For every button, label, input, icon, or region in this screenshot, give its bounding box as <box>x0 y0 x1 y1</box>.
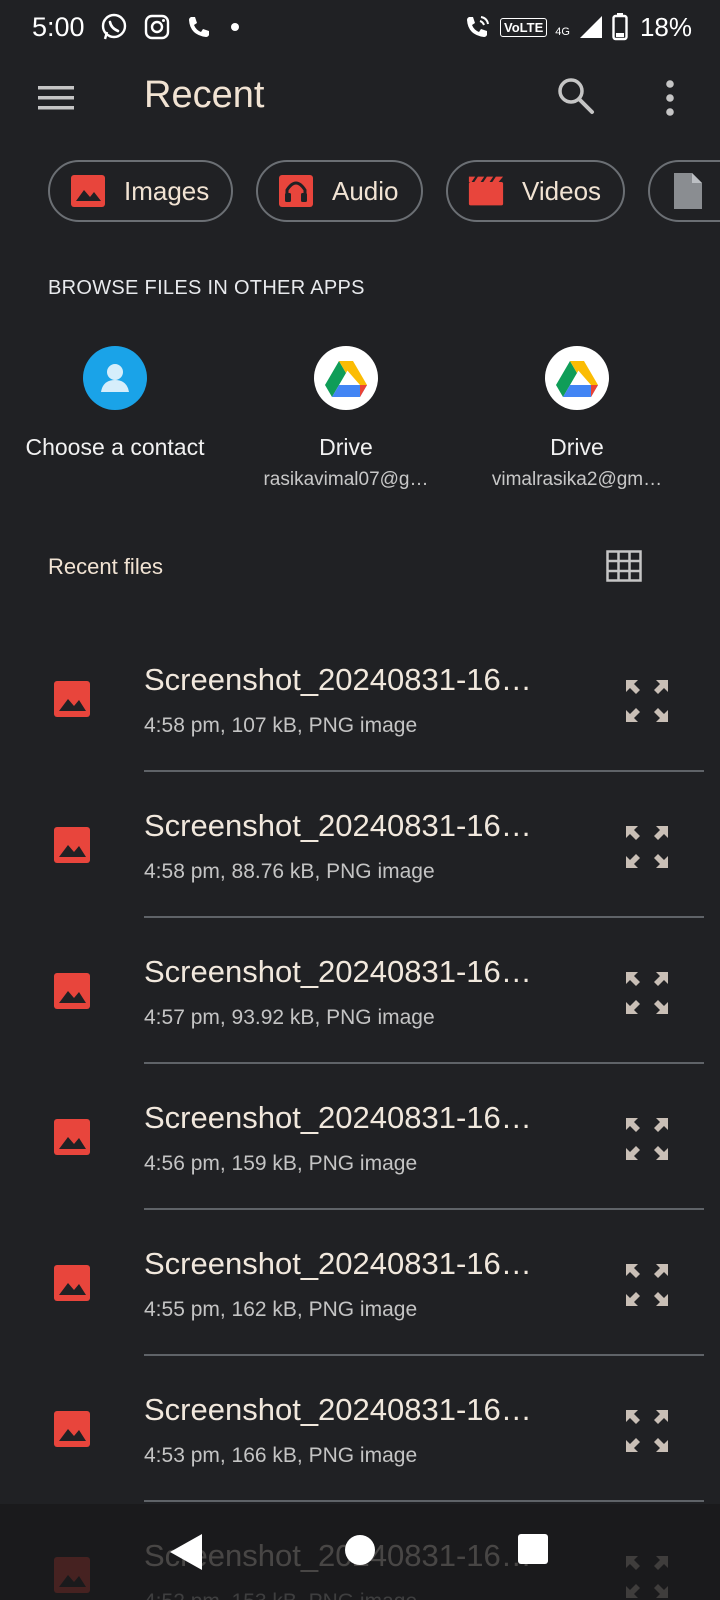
other-apps-row: Choose a contact Drive rasikavimal07@g… … <box>0 346 720 496</box>
battery-percent: 18% <box>639 11 692 42</box>
image-file-icon <box>54 1119 90 1155</box>
recent-files-heading: Recent files <box>48 554 163 579</box>
volte-badge: VoLTE <box>500 17 548 37</box>
category-chips: Images Audio Videos <box>48 160 720 224</box>
app-choose-contact[interactable]: Choose a contact <box>5 346 225 461</box>
dot-icon <box>230 23 239 31</box>
network-type: 4G <box>555 25 570 38</box>
signal-icon <box>579 16 602 38</box>
browse-apps-heading: BROWSE FILES IN OTHER APPS <box>48 277 365 299</box>
search-icon[interactable] <box>554 74 598 118</box>
file-meta: 4:58 pm, 107 kB, PNG image <box>144 714 418 737</box>
system-nav-bar <box>0 1504 720 1600</box>
headphones-icon <box>278 173 314 209</box>
app-account: rasikavimal07@g… <box>263 469 429 490</box>
file-row[interactable]: Screenshot_20240831-16… 4:53 pm, 166 kB, … <box>0 1356 720 1502</box>
image-file-icon <box>54 1265 90 1301</box>
hamburger-menu-icon[interactable] <box>36 80 76 116</box>
app-drive-2[interactable]: Drive vimalrasika2@gm… <box>467 346 687 491</box>
file-name: Screenshot_20240831-16… <box>144 954 532 989</box>
image-file-icon <box>54 1411 90 1447</box>
app-label: Drive <box>550 434 604 460</box>
expand-preview-icon[interactable] <box>622 676 672 726</box>
file-row[interactable]: Screenshot_20240831-16… 4:58 pm, 88.76 kB… <box>0 772 720 918</box>
wifi-calling-icon <box>467 16 490 37</box>
chip-label: Audio <box>332 175 399 206</box>
file-row[interactable]: Screenshot_20240831-16… 4:55 pm, 162 kB, … <box>0 1210 720 1356</box>
file-name: Screenshot_20240831-16… <box>144 1100 532 1135</box>
back-icon[interactable] <box>168 1532 204 1572</box>
image-file-icon <box>54 973 90 1009</box>
chip-documents[interactable] <box>648 160 720 222</box>
phone-icon <box>188 17 209 37</box>
image-file-icon <box>54 827 90 863</box>
whatsapp-icon <box>101 13 126 40</box>
file-meta: 4:56 pm, 159 kB, PNG image <box>144 1152 418 1175</box>
image-file-icon <box>54 681 90 717</box>
notification-icons <box>99 12 245 42</box>
file-meta: 4:57 pm, 93.92 kB, PNG image <box>144 1006 435 1029</box>
chip-label: Images <box>124 175 210 206</box>
app-account: vimalrasika2@gm… <box>491 469 663 490</box>
expand-preview-icon[interactable] <box>622 1406 672 1456</box>
chip-images[interactable]: Images <box>48 160 234 222</box>
file-name: Screenshot_20240831-16… <box>144 1246 532 1281</box>
file-row[interactable]: Screenshot_20240831-16… 4:58 pm, 107 kB, … <box>0 626 720 772</box>
drive-icon <box>545 346 609 410</box>
chip-videos[interactable]: Videos <box>446 160 626 222</box>
image-icon <box>70 173 106 209</box>
more-options-icon[interactable] <box>652 76 688 120</box>
expand-preview-icon[interactable] <box>622 822 672 872</box>
document-icon <box>670 173 706 209</box>
recent-files-list: Screenshot_20240831-16… 4:58 pm, 107 kB, … <box>0 626 720 1600</box>
expand-preview-icon[interactable] <box>622 1114 672 1164</box>
app-label: Choose a contact <box>25 434 205 460</box>
status-bar: 5:00 VoLTE 4G 18% <box>0 0 720 54</box>
video-icon <box>468 173 504 209</box>
file-meta: 4:55 pm, 162 kB, PNG image <box>144 1298 418 1321</box>
expand-preview-icon[interactable] <box>622 968 672 1018</box>
battery-icon <box>612 13 628 41</box>
chip-label: Videos <box>522 175 602 206</box>
drive-icon <box>314 346 378 410</box>
grid-view-icon[interactable] <box>606 550 642 582</box>
home-icon[interactable] <box>344 1534 376 1566</box>
file-row[interactable]: Screenshot_20240831-16… 4:57 pm, 93.92 kB… <box>0 918 720 1064</box>
app-label: Drive <box>319 434 373 460</box>
contact-icon <box>83 346 147 410</box>
file-meta: 4:53 pm, 166 kB, PNG image <box>144 1444 418 1467</box>
expand-preview-icon[interactable] <box>622 1260 672 1310</box>
file-meta: 4:58 pm, 88.76 kB, PNG image <box>144 860 435 883</box>
file-row[interactable]: Screenshot_20240831-16… 4:56 pm, 159 kB, … <box>0 1064 720 1210</box>
instagram-icon <box>144 14 169 40</box>
app-toolbar: Recent <box>0 62 720 134</box>
file-name: Screenshot_20240831-16… <box>144 1392 532 1427</box>
chip-audio[interactable]: Audio <box>256 160 423 222</box>
file-name: Screenshot_20240831-16… <box>144 808 532 843</box>
system-status-icons: VoLTE 4G 18% <box>464 12 692 43</box>
page-title: Recent <box>144 74 265 116</box>
status-time: 5:00 <box>32 11 85 42</box>
recents-icon[interactable] <box>518 1534 548 1564</box>
app-drive-1[interactable]: Drive rasikavimal07@g… <box>236 346 456 491</box>
file-name: Screenshot_20240831-16… <box>144 662 532 697</box>
